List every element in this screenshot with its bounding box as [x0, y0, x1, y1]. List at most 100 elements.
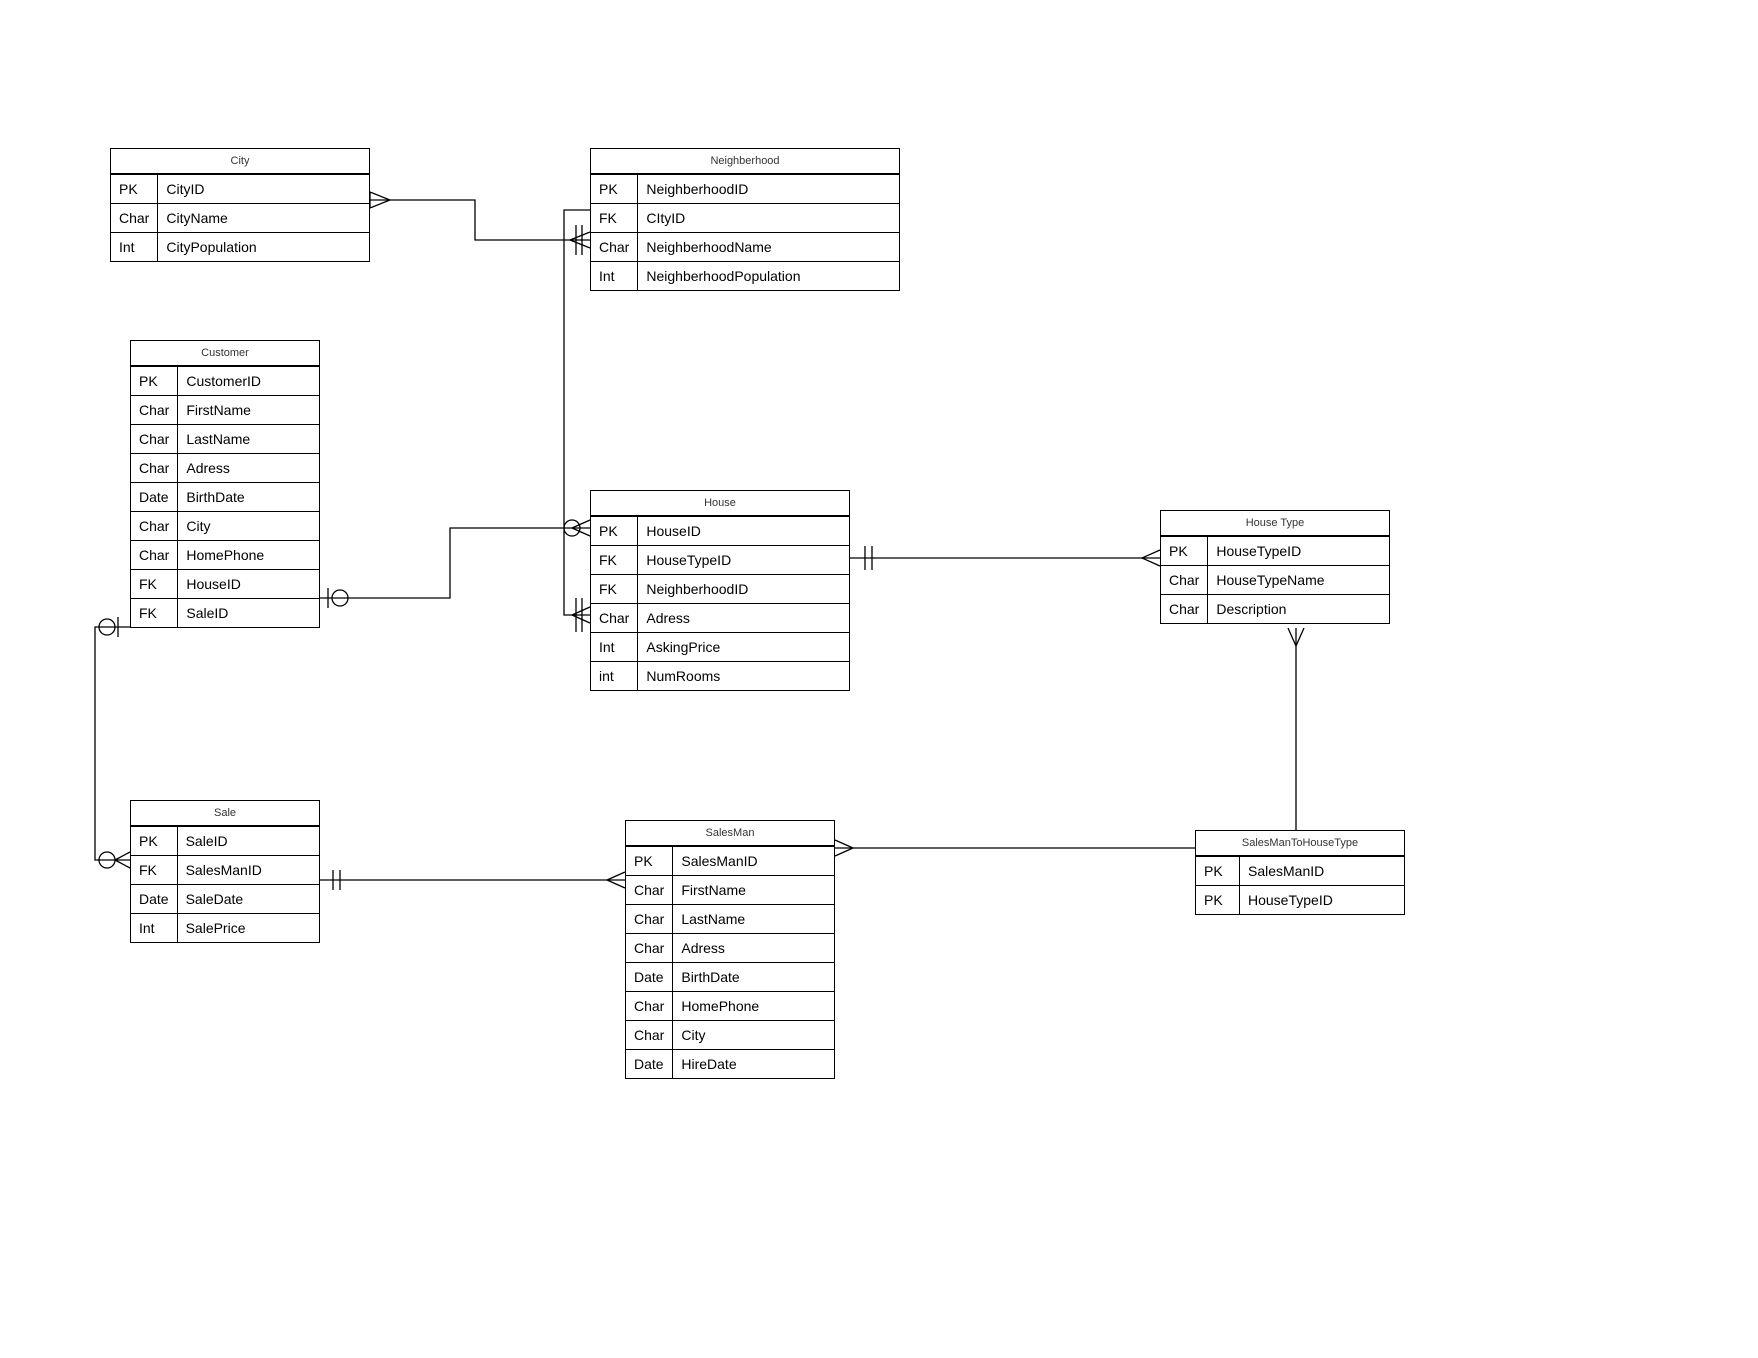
field-type: Char: [1161, 594, 1208, 623]
entity-customer-body: PK CustomerID Char FirstName Char LastNa…: [131, 366, 319, 627]
field-name: HireDate: [673, 1049, 834, 1078]
field-name: LastName: [673, 904, 834, 933]
field-type: FK: [591, 203, 638, 232]
field-type: Char: [131, 395, 178, 424]
field-type: FK: [591, 574, 638, 603]
field-name: SalesManID: [1240, 856, 1404, 885]
entity-neighborhood-body: PK NeighberhoodID FK CItyID Char Neighbe…: [591, 174, 899, 290]
field-type: PK: [626, 846, 673, 875]
field-name: HouseTypeID: [638, 545, 849, 574]
entity-neighborhood-title: Neighberhood: [591, 149, 899, 174]
field-name: SaleID: [178, 598, 319, 627]
field-type: PK: [591, 174, 638, 203]
field-type: Int: [111, 232, 158, 261]
field-name: CustomerID: [178, 366, 319, 395]
entity-housetype-title: House Type: [1161, 511, 1389, 536]
field-name: HomePhone: [673, 991, 834, 1020]
field-type: Date: [626, 1049, 673, 1078]
entity-salesman-body: PK SalesManID Char FirstName Char LastNa…: [626, 846, 834, 1078]
field-type: Char: [591, 603, 638, 632]
field-name: CityID: [158, 174, 369, 203]
field-name: BirthDate: [673, 962, 834, 991]
field-type: Char: [626, 875, 673, 904]
field-type: Char: [626, 933, 673, 962]
field-type: Char: [131, 424, 178, 453]
field-type: FK: [131, 569, 178, 598]
field-type: Char: [131, 540, 178, 569]
field-type: Char: [111, 203, 158, 232]
field-name: NeighberhoodPopulation: [638, 261, 899, 290]
field-name: FirstName: [178, 395, 319, 424]
field-name: NumRooms: [638, 661, 849, 690]
entity-city-title: City: [111, 149, 369, 174]
entity-customer: Customer PK CustomerID Char FirstName Ch…: [130, 340, 320, 628]
field-type: Date: [131, 482, 178, 511]
field-name: HomePhone: [178, 540, 319, 569]
field-name: HouseTypeID: [1240, 885, 1404, 914]
field-name: Adress: [178, 453, 319, 482]
field-name: SalePrice: [178, 913, 319, 942]
entity-salesman-title: SalesMan: [626, 821, 834, 846]
field-name: SaleID: [178, 826, 319, 855]
field-type: PK: [591, 516, 638, 545]
field-type: Char: [591, 232, 638, 261]
field-name: HouseTypeName: [1208, 565, 1389, 594]
field-name: NeighberhoodName: [638, 232, 899, 261]
field-name: AskingPrice: [638, 632, 849, 661]
entity-city: City PK CityID Char CityName Int CityPop…: [110, 148, 370, 262]
field-type: Char: [626, 904, 673, 933]
entity-housetype: House Type PK HouseTypeID Char HouseType…: [1160, 510, 1390, 624]
entity-housetype-body: PK HouseTypeID Char HouseTypeName Char D…: [1161, 536, 1389, 623]
field-type: Int: [131, 913, 178, 942]
entity-salesmantohousetype-body: PK SalesManID PK HouseTypeID: [1196, 856, 1404, 914]
entity-neighborhood: Neighberhood PK NeighberhoodID FK CItyID…: [590, 148, 900, 291]
field-name: Adress: [673, 933, 834, 962]
field-name: NeighberhoodID: [638, 174, 899, 203]
er-diagram-canvas: City PK CityID Char CityName Int CityPop…: [0, 0, 1758, 1358]
field-name: FirstName: [673, 875, 834, 904]
entity-house: House PK HouseID FK HouseTypeID FK Neigh…: [590, 490, 850, 691]
field-name: City: [178, 511, 319, 540]
field-type: PK: [1196, 856, 1240, 885]
entity-sale: Sale PK SaleID FK SalesManID Date SaleDa…: [130, 800, 320, 943]
field-name: HouseID: [178, 569, 319, 598]
field-name: BirthDate: [178, 482, 319, 511]
field-name: SaleDate: [178, 884, 319, 913]
field-type: PK: [111, 174, 158, 203]
field-name: HouseID: [638, 516, 849, 545]
field-name: CItyID: [638, 203, 899, 232]
field-name: SalesManID: [673, 846, 834, 875]
field-type: Int: [591, 632, 638, 661]
entity-salesmantohousetype: SalesManToHouseType PK SalesManID PK Hou…: [1195, 830, 1405, 915]
entity-salesman: SalesMan PK SalesManID Char FirstName Ch…: [625, 820, 835, 1079]
field-type: Char: [626, 991, 673, 1020]
field-type: FK: [591, 545, 638, 574]
entity-house-title: House: [591, 491, 849, 516]
field-type: FK: [131, 855, 178, 884]
field-name: NeighberhoodID: [638, 574, 849, 603]
field-type: Char: [1161, 565, 1208, 594]
entity-sale-body: PK SaleID FK SalesManID Date SaleDate In…: [131, 826, 319, 942]
field-type: PK: [1196, 885, 1240, 914]
field-type: Date: [131, 884, 178, 913]
field-type: PK: [131, 366, 178, 395]
entity-city-body: PK CityID Char CityName Int CityPopulati…: [111, 174, 369, 261]
field-name: CityPopulation: [158, 232, 369, 261]
field-name: HouseTypeID: [1208, 536, 1389, 565]
entity-customer-title: Customer: [131, 341, 319, 366]
field-type: Int: [591, 261, 638, 290]
field-name: Adress: [638, 603, 849, 632]
field-type: PK: [1161, 536, 1208, 565]
field-type: Date: [626, 962, 673, 991]
field-type: Char: [131, 453, 178, 482]
entity-sale-title: Sale: [131, 801, 319, 826]
field-name: LastName: [178, 424, 319, 453]
field-name: Description: [1208, 594, 1389, 623]
field-type: Char: [131, 511, 178, 540]
field-type: FK: [131, 598, 178, 627]
entity-house-body: PK HouseID FK HouseTypeID FK Neighberhoo…: [591, 516, 849, 690]
field-name: CityName: [158, 203, 369, 232]
entity-salesmantohousetype-title: SalesManToHouseType: [1196, 831, 1404, 856]
field-type: Char: [626, 1020, 673, 1049]
field-type: PK: [131, 826, 178, 855]
